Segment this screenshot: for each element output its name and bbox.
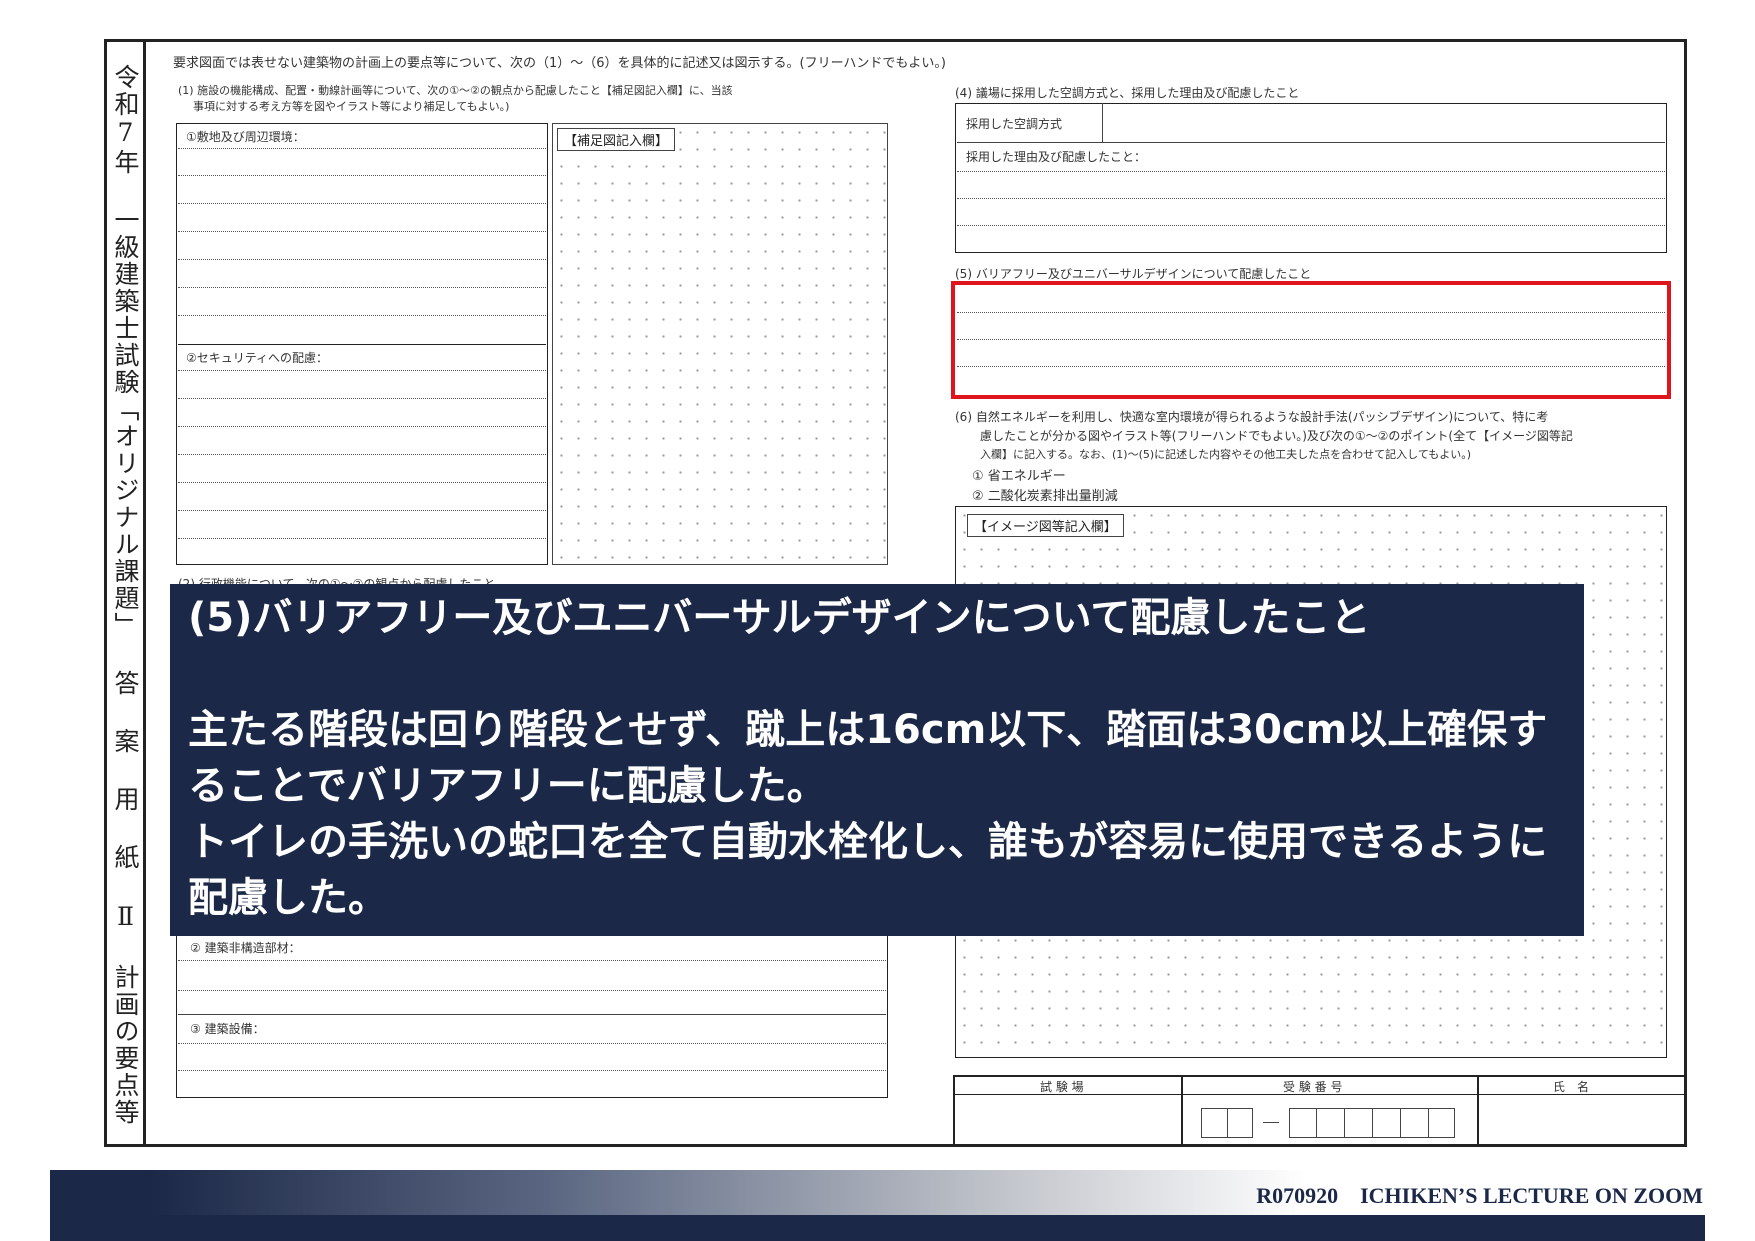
q1-item1-label: ①敷地及び周辺環境： [186,130,305,144]
answer-line [957,198,1665,199]
answer-line [178,259,546,260]
answer-line [178,148,546,149]
answer-line [178,175,546,176]
overlay-heading: (5)バリアフリー及びユニバーサルデザインについて配慮したこと [188,595,1371,641]
q4-field1-label: 採用した空調方式 [966,117,1063,131]
exam-number-digit-divider [1227,1108,1228,1138]
exam-number-dash [1263,1122,1279,1123]
q6-label-line3: 入欄】に記入する。なお、(1)～(5)に記述した内容やその他工夫した点を合わせて… [980,448,1472,461]
exam-number-digit-divider [1344,1108,1345,1138]
q4-label: (4) 議場に採用した空調方式と、採用した理由及び配慮したこと [955,86,1300,100]
q6-label-line1: (6) 自然エネルギーを利用し、快適な室内環境が得られるような設計手法(パッシブ… [955,410,1549,424]
q1-item2-label: ②セキュリティへの配慮： [186,351,329,365]
answer-line [957,339,1665,340]
exam-number-digit-divider [1428,1108,1429,1138]
q6-sketch-tag: 【イメージ図等記入欄】 [967,514,1124,537]
q6-point1: ① 省エネルギー [972,469,1066,484]
sheet-vertical-title: 令和7年 一級建築士試験「オリジナル課題」 答 案 用 紙 Ⅱ 計画の要点等 [111,64,140,1126]
answer-line [178,287,546,288]
answer-line [178,990,886,991]
q3-item2-label: ② 建築非構造部材： [190,941,301,955]
q1-label-line2: 事項に対する考え方等を図やイラスト等により補足してもよい。) [193,100,510,113]
answer-line [178,203,546,204]
q6-label-line2: 慮したことが分かる図やイラスト等(フリーハンドでもよい。)及び次の①～②のポイン… [980,429,1573,443]
answer-line [178,482,546,483]
q1-item-divider [178,344,546,345]
answer-line [957,366,1665,367]
q1-sketch-area[interactable] [552,123,888,565]
q4-field2-label: 採用した理由及び配慮したこと： [966,150,1147,164]
q5-answer-box-highlight[interactable] [951,281,1671,399]
exam-number-label: 受 験 番 号 [1283,1080,1343,1094]
q3-item3-label: ③ 建築設備： [190,1022,265,1036]
exam-number-digit-divider [1400,1108,1401,1138]
footer-lecture-label: R070920 ICHIKEN’S LECTURE ON ZOOM [1256,1183,1703,1208]
overlay-paragraph-1: 主たる階段は回り階段とせず、蹴上は16cm以下、踏面は30cm以上確保することで… [188,707,1548,809]
answer-overlay-panel: (5)バリアフリー及びユニバーサルデザインについて配慮したこと 主たる階段は回り… [170,584,1584,936]
answer-line [178,454,546,455]
exam-info-col-divider [1477,1075,1479,1147]
answer-line [957,171,1665,172]
answer-line [178,1070,886,1071]
q4-row-divider [957,142,1665,143]
answer-line [178,426,546,427]
q6-point2: ② 二酸化炭素排出量削減 [972,489,1118,504]
sheet-instruction: 要求図面では表せない建築物の計画上の要点等について、次の（1）～（6）を具体的に… [173,56,946,71]
answer-line [178,510,546,511]
exam-name-label: 氏 名 [1553,1080,1590,1094]
footer-bottom-bar [50,1215,1705,1241]
answer-line [957,225,1665,226]
answer-line [178,315,546,316]
answer-line [178,370,546,371]
overlay-paragraph-2: トイレの手洗いの蛇口を全て自動水栓化し、誰もが容易に使用できるように配慮した。 [188,819,1548,921]
q5-label: (5) バリアフリー及びユニバーサルデザインについて配慮したこと [955,267,1312,281]
exam-number-digit-divider [1372,1108,1373,1138]
answer-line [957,312,1665,313]
answer-line [178,960,886,961]
exam-venue-label: 試 験 場 [1040,1080,1084,1094]
q1-sketch-tag: 【補足図記入欄】 [557,128,676,151]
answer-line [178,1043,886,1044]
exam-info-col-divider [1181,1075,1183,1147]
answer-line [178,538,546,539]
exam-number-digit-divider [1316,1108,1317,1138]
answer-line [178,398,546,399]
q4-field-divider [1102,103,1103,143]
answer-line [178,231,546,232]
q1-label-line1: (1) 施設の機能構成、配置・動線計画等について、次の①～②の観点から配慮したこ… [178,84,733,97]
q3-item-divider [178,1014,886,1015]
